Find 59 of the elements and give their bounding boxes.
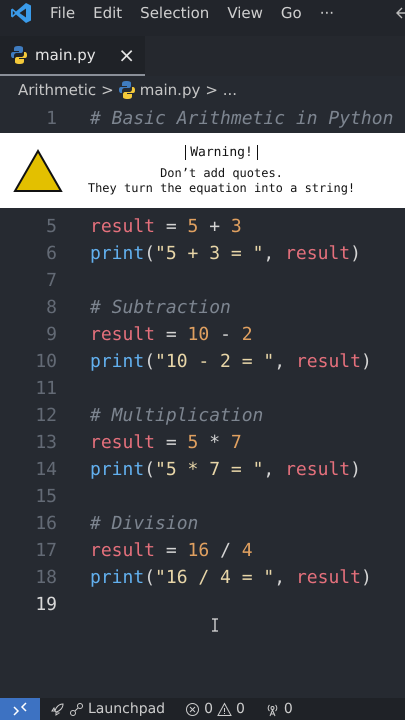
code-line: # Subtraction xyxy=(90,297,231,318)
broadcast-icon xyxy=(264,702,280,716)
error-icon xyxy=(185,702,200,716)
line-number: 12 xyxy=(34,405,57,426)
line-number: 11 xyxy=(34,378,57,399)
line-number: 6 xyxy=(45,243,57,264)
code-line: result = 16 / 4 xyxy=(90,540,253,561)
link-icon xyxy=(69,702,84,716)
warning-message: Don’t add quotes. They turn the equation into a string! xyxy=(88,166,356,196)
menu-item[interactable]: Go xyxy=(280,4,302,22)
menu-item[interactable]: Selection xyxy=(140,4,210,22)
breadcrumb-item[interactable]: > ... xyxy=(205,81,237,99)
warning-triangle-icon xyxy=(13,148,63,192)
python-icon xyxy=(11,45,27,65)
code-line: result = 10 - 2 xyxy=(90,324,253,345)
warning-title: Warning! xyxy=(185,145,258,160)
editor-tab[interactable]: main.py × xyxy=(0,36,145,76)
vscode-logo-icon xyxy=(10,2,32,24)
code-line: print("10 - 2 = ", result) xyxy=(90,351,372,372)
close-icon[interactable]: × xyxy=(118,43,135,67)
line-number: 17 xyxy=(34,540,57,561)
line-number: 9 xyxy=(45,324,57,345)
menu-item[interactable]: View xyxy=(227,4,263,22)
remote-icon xyxy=(13,702,27,716)
line-number: 19 xyxy=(34,594,57,615)
warning-icon xyxy=(216,702,232,716)
text-cursor-icon xyxy=(211,618,219,632)
line-number: 10 xyxy=(34,351,57,372)
remote-button[interactable] xyxy=(0,698,40,720)
rocket-icon xyxy=(50,702,65,716)
back-arrow-icon xyxy=(395,6,405,20)
breadcrumb-item[interactable]: > xyxy=(101,81,114,99)
code-line: # Basic Arithmetic in Python xyxy=(90,108,394,129)
line-number: 15 xyxy=(34,486,57,507)
line-number: 14 xyxy=(34,459,57,480)
code-line: # Multiplication xyxy=(90,405,264,426)
code-line: result = 5 * 7 xyxy=(90,432,242,453)
line-number: 13 xyxy=(34,432,57,453)
breadcrumb-item[interactable]: Arithmetic xyxy=(18,81,96,99)
code-line: print("16 / 4 = ", result) xyxy=(90,567,372,588)
code-line: print("5 + 3 = ", result) xyxy=(90,243,361,264)
line-number: 1 xyxy=(45,108,57,129)
breadcrumb-item[interactable]: main.py xyxy=(140,81,200,99)
line-number: 7 xyxy=(45,270,57,291)
ports-button[interactable]: 0 xyxy=(264,701,293,717)
menu-item[interactable]: Edit xyxy=(93,4,122,22)
python-icon xyxy=(118,80,135,100)
menu-item[interactable]: ··· xyxy=(320,4,334,22)
problems-button[interactable]: 0 0 xyxy=(185,701,245,717)
code-line: result = 5 + 3 xyxy=(90,216,242,237)
line-number: 16 xyxy=(34,513,57,534)
code-line: # Division xyxy=(90,513,198,534)
tab-label: main.py xyxy=(35,46,97,64)
code-line: print("5 * 7 = ", result) xyxy=(90,459,361,480)
menu-item[interactable]: File xyxy=(50,4,76,22)
line-number: 18 xyxy=(34,567,57,588)
launchpad-button[interactable]: Launchpad xyxy=(50,701,166,717)
line-number: 5 xyxy=(45,216,57,237)
line-number: 8 xyxy=(45,297,57,318)
